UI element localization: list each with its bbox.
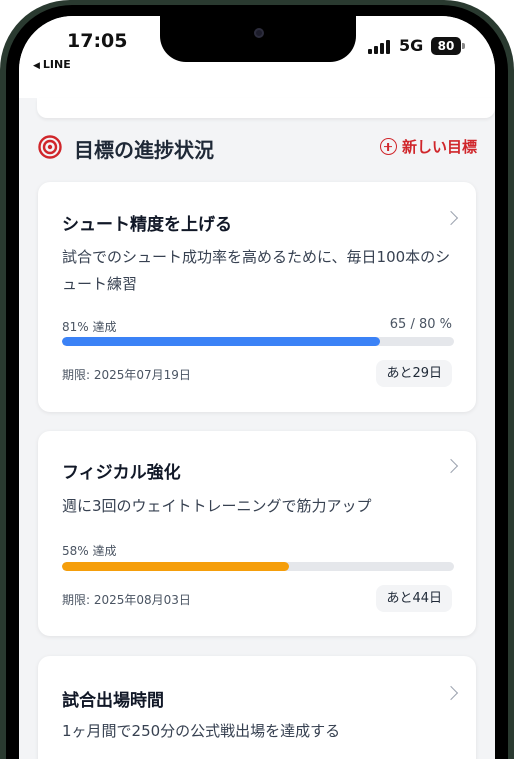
days-remaining-badge: あと44日 (376, 585, 452, 612)
new-goal-button[interactable]: 新しい目標 (379, 136, 477, 157)
status-time: 17:05 (67, 30, 128, 52)
screen: 17:05 ◀ LINE 5G 80 目標の進捗状況 新しい目標 シュート精度を… (19, 16, 495, 759)
signal-bars-icon (368, 40, 392, 54)
chevron-right-icon (443, 210, 459, 226)
plus-circle-icon (379, 138, 397, 155)
progress-bar-fill (62, 337, 380, 346)
progress-count: 65 / 80 % (389, 317, 452, 332)
progress-bar-fill (62, 562, 290, 571)
network-type: 5G (399, 36, 424, 55)
back-app-label: LINE (42, 58, 71, 71)
goal-description: 試合でのシュート成功率を高めるために、毎日100本のシュート練習 (62, 248, 451, 293)
progress-label: 58% 達成 (62, 544, 117, 558)
section-title: 目標の進捗状況 (74, 138, 214, 162)
progress-bar (62, 562, 454, 571)
chevron-right-icon (443, 685, 459, 701)
battery-tip (462, 43, 465, 49)
previous-card-edge (37, 98, 495, 118)
progress-bar (62, 337, 454, 346)
goal-title: フィジカル強化 (62, 463, 181, 483)
target-icon (38, 135, 62, 159)
back-triangle-icon: ◀ (33, 61, 40, 71)
notch (160, 16, 356, 62)
camera-icon (254, 28, 264, 38)
goals-section-header: 目標の進捗状況 新しい目標 (19, 126, 495, 170)
status-bar: 17:05 ◀ LINE 5G 80 (19, 16, 495, 98)
chevron-right-icon (443, 458, 459, 474)
goal-card[interactable]: 試合出場時間 1ヶ月間で250分の公式戦出場を達成する (38, 656, 476, 759)
days-remaining-badge: あと29日 (376, 360, 452, 387)
goal-description: 週に3回のウェイトトレーニングで筋力アップ (62, 497, 372, 515)
battery-icon: 80 (431, 37, 461, 55)
deadline: 期限: 2025年07月19日 (62, 368, 191, 382)
goal-card[interactable]: シュート精度を上げる 試合でのシュート成功率を高めるために、毎日100本のシュー… (38, 182, 476, 412)
back-to-app-link[interactable]: ◀ LINE (33, 58, 71, 71)
battery-level: 80 (437, 39, 455, 53)
progress-label: 81% 達成 (62, 320, 117, 334)
goal-description: 1ヶ月間で250分の公式戦出場を達成する (62, 722, 341, 740)
goal-title: シュート精度を上げる (62, 215, 232, 235)
deadline: 期限: 2025年08月03日 (62, 593, 191, 607)
goal-title: 試合出場時間 (62, 691, 164, 711)
new-goal-label: 新しい目標 (401, 138, 477, 156)
goal-card[interactable]: フィジカル強化 週に3回のウェイトトレーニングで筋力アップ 58% 達成 期限:… (38, 431, 476, 636)
